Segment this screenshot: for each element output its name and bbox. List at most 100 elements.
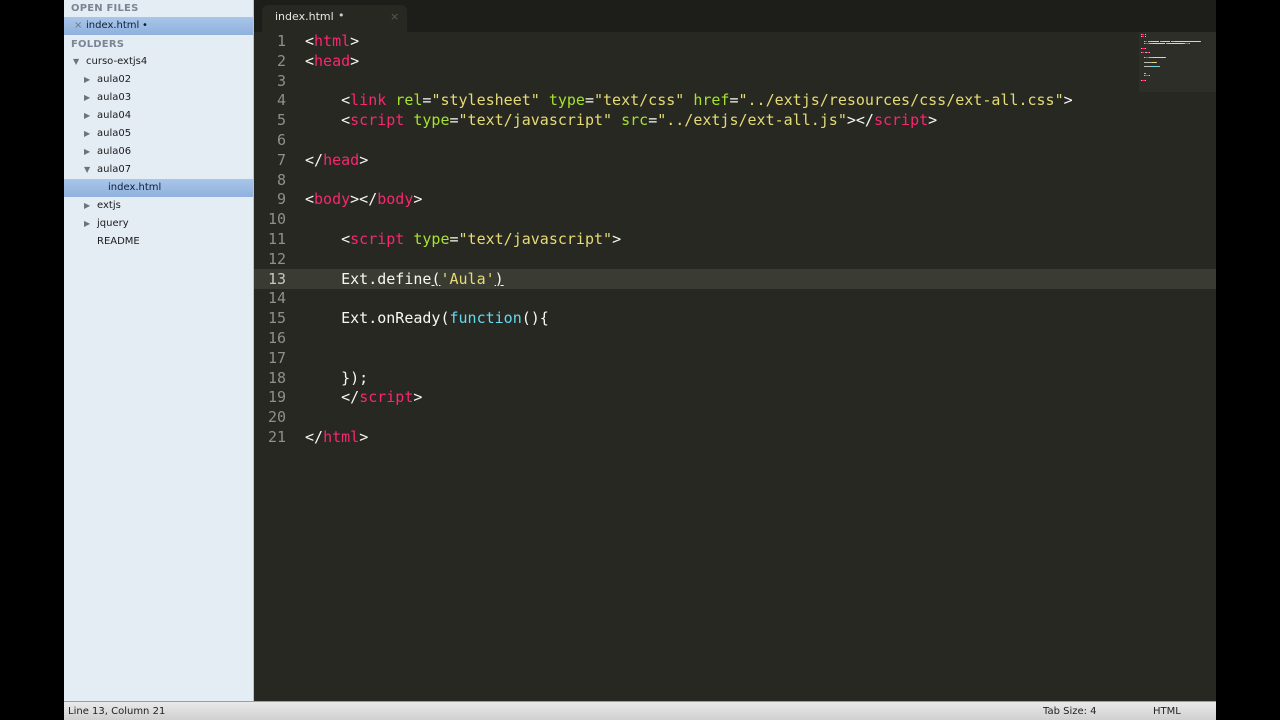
tree-item[interactable]: ▶ aula05 — [64, 125, 253, 143]
code-line[interactable]: 20 — [254, 407, 1216, 427]
minimap-stroke — [1152, 57, 1165, 58]
disclosure-closed-icon[interactable]: ▶ — [84, 89, 90, 107]
tree-item[interactable]: index.html — [64, 179, 253, 197]
open-file-item[interactable]: × index.html • — [64, 17, 253, 35]
minimap-stroke — [1174, 40, 1200, 42]
line-number: 13 — [267, 269, 286, 288]
minimap-stroke — [1145, 47, 1147, 49]
code-line[interactable]: 6 — [254, 130, 1216, 150]
tree-item[interactable]: ▼ aula07 — [64, 161, 253, 179]
minimap-stroke — [1164, 57, 1166, 58]
sidebar: OPEN FILES × index.html • FOLDERS ▼ curso… — [64, 0, 254, 701]
tree-item[interactable]: ▶ extjs — [64, 197, 253, 215]
tree-item-label: aula04 — [97, 110, 132, 121]
line-number: 17 — [267, 348, 286, 367]
disclosure-closed-icon[interactable]: ▶ — [84, 143, 90, 161]
tree-item[interactable]: ▶ aula04 — [64, 107, 253, 125]
code-line[interactable]: 10 — [254, 209, 1216, 229]
tree-item[interactable]: ▶ aula06 — [64, 143, 253, 161]
tree-item-label: aula03 — [97, 92, 132, 103]
line-number: 5 — [276, 111, 286, 130]
line-number: 14 — [267, 289, 286, 308]
code-line[interactable]: 4 <link rel="stylesheet" type="text/css"… — [254, 90, 1216, 110]
minimap-stroke — [1199, 40, 1201, 42]
tree-item-label: curso-extjs4 — [86, 56, 148, 67]
disclosure-closed-icon[interactable]: ▶ — [84, 197, 90, 215]
code-line[interactable]: 5 <script type="text/javascript" src="..… — [254, 110, 1216, 130]
tree-item-label: index.html — [108, 182, 162, 193]
minimap-stroke — [1144, 57, 1149, 58]
code-text: </script> — [305, 388, 423, 407]
code-line[interactable]: 8 — [254, 170, 1216, 190]
tree-item-label: README — [97, 236, 140, 247]
minimap-stroke — [1149, 52, 1151, 54]
line-number: 12 — [267, 249, 286, 268]
code-text: </html> — [305, 428, 369, 446]
close-icon[interactable]: × — [390, 10, 399, 23]
tree-item[interactable]: ▶ jquery — [64, 215, 253, 233]
disclosure-closed-icon[interactable]: ▶ — [84, 71, 90, 89]
line-number: 3 — [276, 71, 286, 90]
code-line[interactable]: 17 — [254, 348, 1216, 368]
code-line[interactable]: 9 <body></body> — [254, 189, 1216, 209]
minimap-stroke — [1149, 75, 1151, 77]
editor-window: OPEN FILES × index.html • FOLDERS ▼ curso… — [64, 0, 1216, 720]
code-line[interactable]: 3 — [254, 71, 1216, 91]
tree-item[interactable]: ▶ aula02 — [64, 71, 253, 89]
code-line[interactable]: 16 — [254, 328, 1216, 348]
minimap-stroke — [1144, 34, 1146, 35]
minimap-stroke — [1150, 40, 1160, 42]
cursor-position: Line 13, Column 21 — [68, 706, 166, 717]
minimap-stroke — [1157, 66, 1160, 68]
code-line[interactable]: 1 <html> — [254, 31, 1216, 51]
code-line[interactable]: 18 }); — [254, 368, 1216, 388]
code-text: </head> — [305, 150, 369, 169]
disclosure-closed-icon[interactable]: ▶ — [84, 107, 90, 125]
code-text: <script type="text/javascript" src="../e… — [305, 111, 938, 130]
tree-item-label: jquery — [97, 218, 129, 229]
disclosure-closed-icon[interactable]: ▶ — [84, 215, 90, 233]
tab-index-html[interactable]: index.html • × — [262, 5, 407, 32]
code-line[interactable]: 11 <script type="text/javascript"> — [254, 229, 1216, 249]
minimap-stroke — [1143, 61, 1151, 63]
minimap-stroke — [1163, 40, 1171, 42]
line-number: 6 — [276, 131, 286, 149]
minimap[interactable] — [1139, 32, 1216, 92]
code-line[interactable]: 12 — [254, 249, 1216, 269]
tree-item[interactable]: ▼ curso-extjs4 — [64, 53, 253, 71]
line-number: 21 — [267, 428, 286, 446]
syntax-selector[interactable]: HTML — [1153, 706, 1181, 717]
minimap-stroke — [1189, 43, 1191, 45]
code-editor[interactable]: 1 <html> 2 <head> 3 4 <link rel="stylesheet" … — [254, 32, 1216, 701]
tree-item[interactable]: ▶ aula03 — [64, 89, 253, 107]
dirty-indicator-icon: • — [338, 9, 345, 22]
code-text: <script type="text/javascript"> — [305, 230, 622, 248]
minimap-stroke — [1168, 43, 1183, 45]
minimap-stroke — [1144, 36, 1146, 38]
code-text: <head> — [305, 51, 360, 70]
code-line[interactable]: 19 </script> — [254, 387, 1216, 407]
disclosure-open-icon[interactable]: ▼ — [73, 53, 79, 71]
minimap-stroke — [1143, 73, 1146, 75]
folders-header: FOLDERS — [71, 39, 125, 50]
dirty-indicator-icon: • — [142, 20, 148, 31]
code-line[interactable]: 14 — [254, 288, 1216, 308]
open-file-label: index.html — [86, 20, 140, 31]
line-number: 1 — [276, 32, 286, 50]
tree-item-label: aula05 — [97, 128, 132, 139]
minimap-stroke — [1152, 43, 1165, 45]
tree-item[interactable]: README — [64, 233, 253, 251]
code-text: }); — [305, 368, 369, 387]
line-number: 8 — [276, 170, 286, 189]
line-number: 4 — [276, 91, 286, 110]
disclosure-open-icon[interactable]: ▼ — [84, 161, 90, 179]
code-line[interactable]: 13 Ext.define('Aula') — [254, 268, 1216, 289]
code-line[interactable]: 7 </head> — [254, 150, 1216, 170]
line-number: 20 — [267, 408, 286, 427]
close-icon[interactable]: × — [74, 17, 82, 35]
code-line[interactable]: 21 </html> — [254, 427, 1216, 447]
code-line[interactable]: 2 <head> — [254, 51, 1216, 71]
code-line[interactable]: 15 Ext.onReady(function(){ — [254, 308, 1216, 328]
disclosure-closed-icon[interactable]: ▶ — [84, 125, 90, 143]
tab-size-selector[interactable]: Tab Size: 4 — [1043, 706, 1097, 717]
